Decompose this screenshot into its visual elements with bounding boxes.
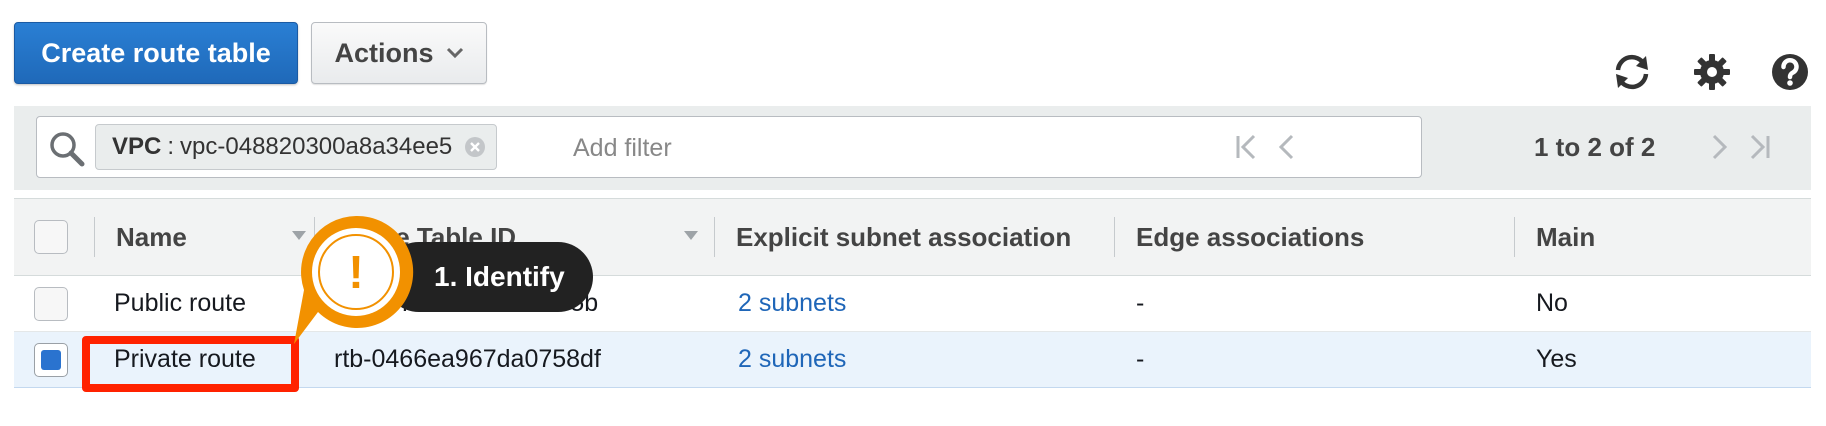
next-page-icon[interactable] — [1702, 130, 1736, 164]
help-icon[interactable] — [1768, 50, 1812, 94]
gear-icon[interactable] — [1690, 50, 1734, 94]
table-row[interactable]: Public route rtb-0872b674fcc929e5b 2 sub… — [14, 276, 1811, 332]
actions-label: Actions — [334, 37, 434, 68]
pagination-text: 1 to 2 of 2 — [1534, 132, 1656, 162]
annotation-highlight-box — [82, 336, 299, 392]
row-checkbox[interactable] — [34, 287, 68, 321]
column-divider — [1514, 217, 1515, 257]
filter-token-value: vpc-048820300a8a34ee5 — [180, 133, 453, 160]
row-edge-associations: - — [1136, 289, 1145, 317]
vpc-filter-token[interactable]: VPC : vpc-048820300a8a34ee5 — [95, 124, 498, 170]
row-subnets-link[interactable]: 2 subnets — [738, 332, 846, 387]
annotation-marker-icon: ! — [288, 206, 424, 356]
column-header-main[interactable]: Main — [1536, 199, 1736, 275]
row-main: No — [1536, 289, 1568, 317]
search-icon — [50, 132, 85, 167]
column-divider — [714, 217, 715, 257]
remove-filter-icon[interactable] — [464, 136, 486, 158]
row-checkbox[interactable] — [34, 343, 68, 377]
column-divider — [1114, 217, 1115, 257]
row-subnets-link[interactable]: 2 subnets — [738, 276, 846, 331]
chevron-down-icon — [446, 47, 463, 59]
column-header-edge-associations[interactable]: Edge associations — [1136, 199, 1506, 275]
sort-caret-icon[interactable] — [684, 231, 698, 241]
first-page-icon[interactable] — [1230, 130, 1264, 164]
select-all-checkbox[interactable] — [34, 220, 68, 254]
filter-bar: VPC : vpc-048820300a8a34ee5 1 to 2 of 2 — [14, 106, 1811, 190]
column-header-explicit-subnet-association[interactable]: Explicit subnet association — [736, 199, 1108, 275]
column-divider — [94, 217, 95, 257]
search-box[interactable]: VPC : vpc-048820300a8a34ee5 — [36, 116, 1422, 179]
previous-page-icon[interactable] — [1270, 130, 1304, 164]
row-name: Public route — [114, 289, 247, 317]
create-route-table-label: Create route table — [41, 37, 271, 68]
table-header: Name Route Table ID Explicit subnet asso… — [14, 198, 1811, 276]
row-edge-associations: - — [1136, 345, 1145, 373]
annotation-marker-symbol: ! — [348, 246, 363, 298]
refresh-icon[interactable] — [1610, 50, 1654, 94]
filter-token-key: VPC — [112, 133, 162, 160]
last-page-icon[interactable] — [1742, 130, 1776, 164]
column-header-name[interactable]: Name — [116, 199, 266, 275]
actions-dropdown-button[interactable]: Actions — [311, 22, 487, 84]
row-main: Yes — [1536, 345, 1577, 373]
create-route-table-button[interactable]: Create route table — [14, 22, 298, 84]
filter-token-separator: : — [167, 133, 175, 160]
